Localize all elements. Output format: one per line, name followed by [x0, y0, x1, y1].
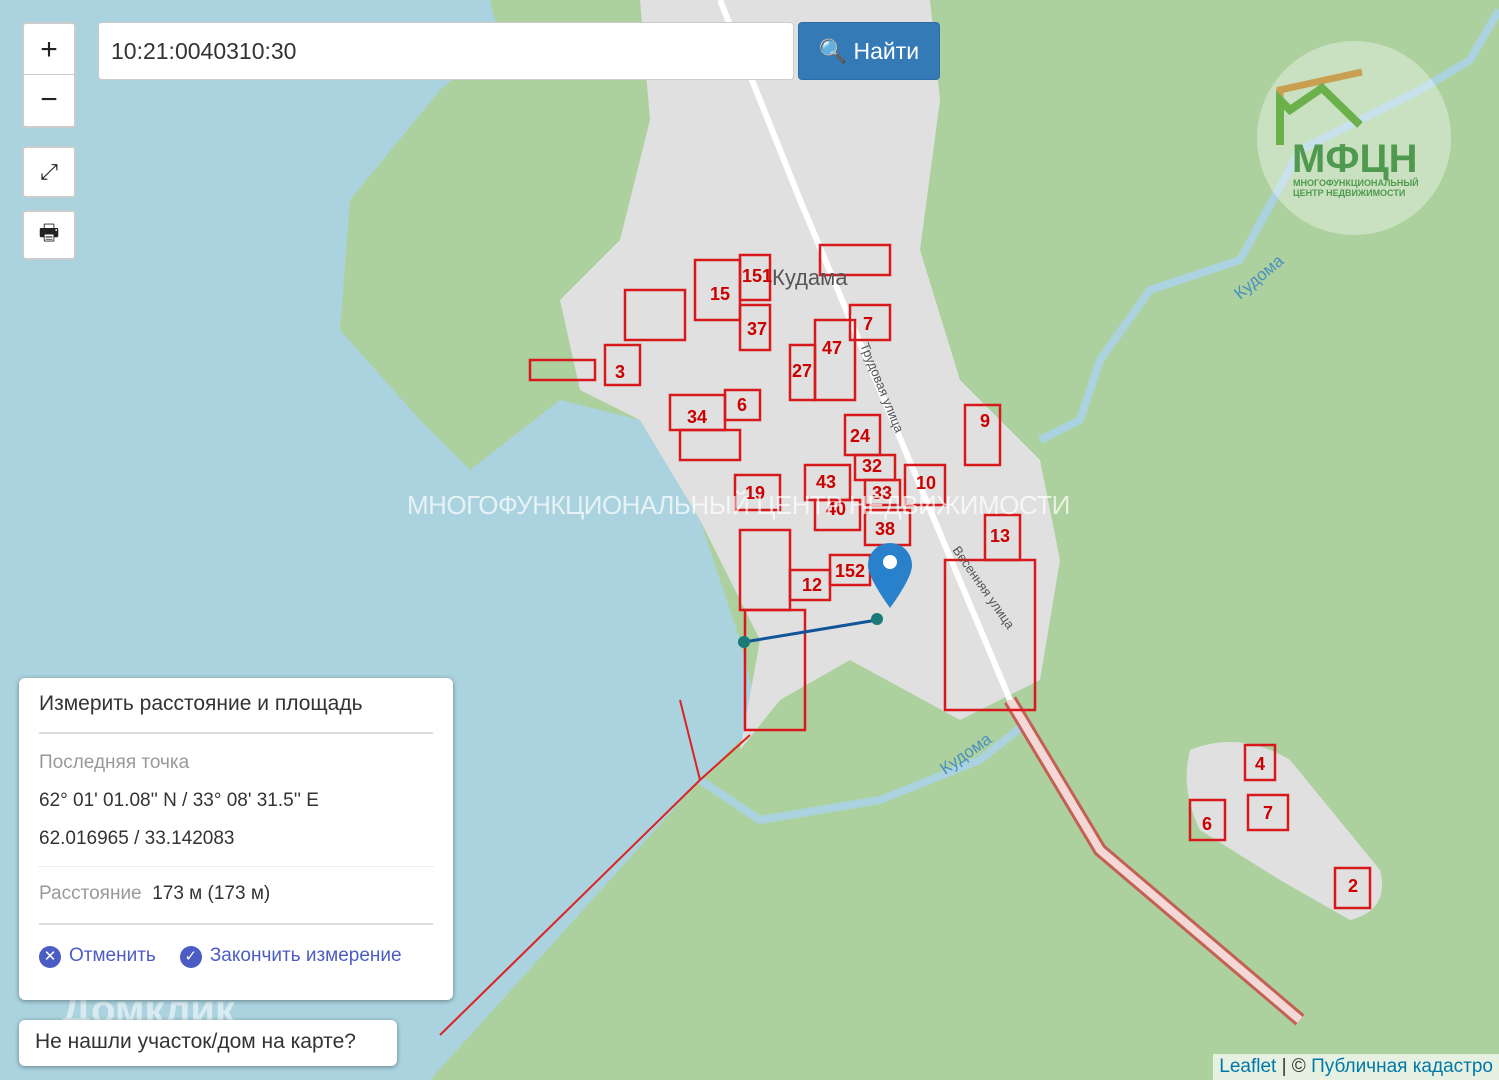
last-point-label: Последняя точка — [39, 752, 190, 773]
finish-measure-button[interactable]: ✓ Закончить измерение — [179, 945, 402, 968]
measure-panel: Измерить расстояние и площадь Последняя … — [19, 678, 453, 1000]
parcel-label: 24 — [850, 426, 870, 446]
fullscreen-button[interactable]: ⤢ — [22, 146, 76, 198]
attribution: Leaflet | © Публичная кадастро — [1213, 1054, 1499, 1080]
parcel-label: 2 — [1348, 876, 1358, 896]
zoom-control: + − — [22, 22, 76, 128]
cadastre-link[interactable]: Публичная кадастро — [1311, 1056, 1493, 1077]
parcel-label: 34 — [687, 407, 707, 427]
parcel-label: 15 — [710, 284, 730, 304]
cancel-label: Отменить — [69, 945, 156, 966]
close-circle-icon: ✕ — [39, 946, 61, 968]
parcel-label: 6 — [1202, 814, 1212, 834]
parcel-label: 32 — [862, 456, 882, 476]
svg-text:МНОГОФУНКЦИОНАЛЬНЫЙ: МНОГОФУНКЦИОНАЛЬНЫЙ — [1293, 177, 1419, 188]
parcel-label: 9 — [980, 411, 990, 431]
coords-dms: 62° 01' 01.08'' N / 33° 08' 31.5'' E — [39, 790, 319, 811]
parcel-label: 13 — [990, 526, 1010, 546]
find-button[interactable]: 🔍 Найти — [798, 22, 940, 80]
parcel-label: 151 — [742, 266, 772, 286]
distance-value: 173 м (173 м) — [152, 883, 271, 904]
parcel-label: 3 — [615, 362, 625, 382]
measure-point[interactable] — [871, 613, 883, 625]
village-label: Кудама — [772, 265, 848, 290]
parcel-label: 38 — [875, 519, 895, 539]
parcel-label: 47 — [822, 338, 842, 358]
parcel-label: 37 — [747, 319, 767, 339]
parcel-label: 12 — [802, 575, 822, 595]
parcel-label: 4 — [1255, 754, 1265, 774]
check-circle-icon: ✓ — [179, 946, 202, 968]
coords-decimal: 62.016965 / 33.142083 — [39, 828, 433, 867]
leaflet-link[interactable]: Leaflet — [1219, 1056, 1276, 1077]
parcel-label: 27 — [792, 361, 812, 381]
cadastral-search-input[interactable] — [98, 22, 794, 80]
search-icon: 🔍 — [818, 37, 848, 64]
parcel-label: 7 — [1263, 803, 1273, 823]
measure-point[interactable] — [738, 636, 750, 648]
not-found-button[interactable]: Не нашли участок/дом на карте? — [19, 1020, 397, 1066]
parcel-label: 152 — [835, 561, 865, 581]
printer-icon: 🖶 — [38, 220, 60, 245]
distance-label: Расстояние — [39, 883, 142, 904]
expand-icon: ⤢ — [40, 159, 58, 184]
print-button[interactable]: 🖶 — [22, 210, 76, 260]
parcel-label: 43 — [816, 472, 836, 492]
parcel-label: 7 — [863, 314, 873, 334]
cancel-button[interactable]: ✕ Отменить — [39, 945, 156, 968]
finish-label: Закончить измерение — [209, 945, 402, 966]
measure-title: Измерить расстояние и площадь — [39, 692, 433, 734]
find-label: Найти — [853, 37, 920, 64]
svg-text:МФЦН: МФЦН — [1292, 137, 1418, 181]
attribution-sep: | © — [1276, 1056, 1312, 1077]
watermark: МНОГОФУНКЦИОНАЛЬНЫЙ ЦЕНТР НЕДВИЖИМОСТИ — [407, 490, 1070, 520]
svg-text:ЦЕНТР НЕДВИЖИМОСТИ: ЦЕНТР НЕДВИЖИМОСТИ — [1293, 188, 1405, 198]
parcel-label: 6 — [737, 395, 747, 415]
zoom-in-button[interactable]: + — [24, 25, 74, 75]
zoom-out-button[interactable]: − — [24, 75, 74, 125]
